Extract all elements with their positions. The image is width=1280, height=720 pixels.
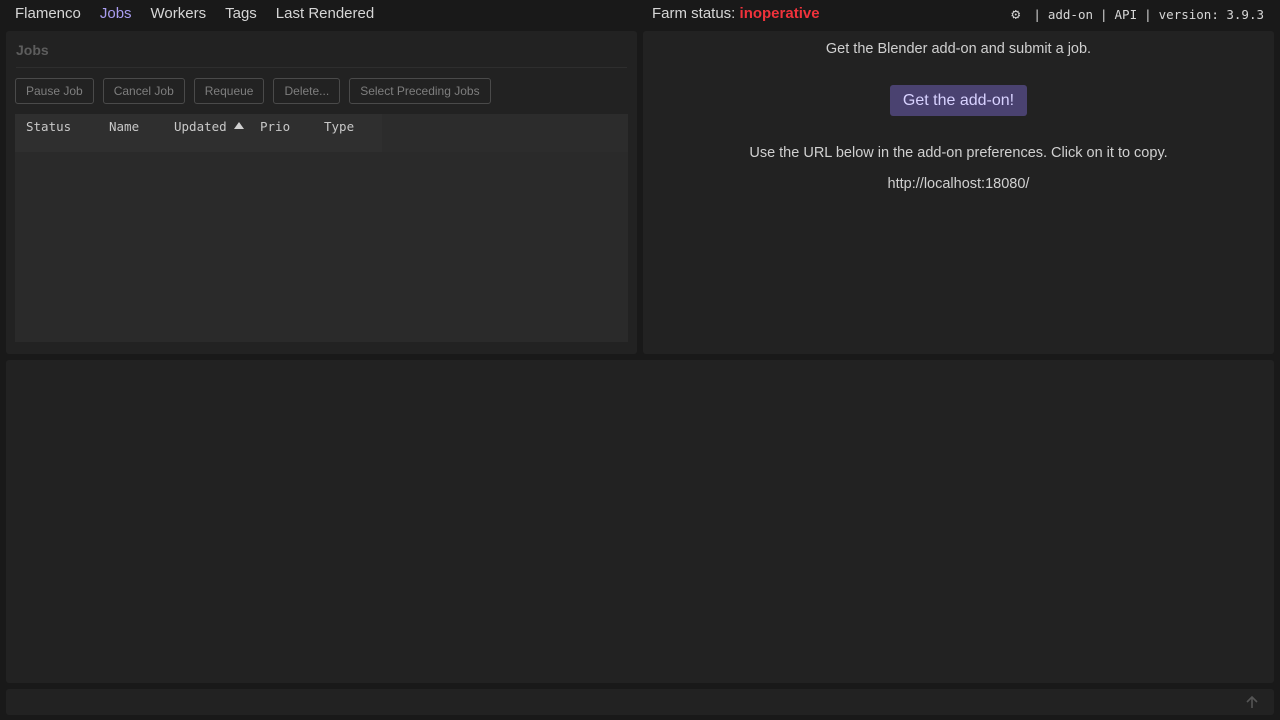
- nav-item-tags[interactable]: Tags: [225, 5, 257, 22]
- separator: |: [1033, 6, 1041, 22]
- select-preceding-jobs-button[interactable]: Select Preceding Jobs: [349, 78, 491, 104]
- brand-link[interactable]: Flamenco: [15, 5, 81, 22]
- jobs-panel: Jobs Pause Job Cancel Job Requeue Delete…: [6, 31, 637, 354]
- nav-item-jobs[interactable]: Jobs: [100, 5, 132, 22]
- separator: |: [1100, 6, 1108, 22]
- farm-status-value: inoperative: [739, 5, 820, 22]
- column-status[interactable]: Status: [26, 119, 71, 134]
- cancel-job-button[interactable]: Cancel Job: [102, 78, 185, 104]
- delete-button[interactable]: Delete...: [273, 78, 341, 104]
- column-prio[interactable]: Prio: [260, 119, 290, 134]
- farm-status-label: Farm status:: [652, 5, 736, 22]
- version-label: version: 3.9.3: [1158, 6, 1264, 22]
- sort-ascending-icon: [234, 122, 244, 129]
- table-header-filler: [382, 114, 628, 152]
- addon-url-hint: Use the URL below in the add-on preferen…: [749, 145, 1168, 161]
- addon-panel: Get the Blender add-on and submit a job.…: [643, 31, 1274, 354]
- top-bar: Flamenco Jobs Workers Tags Last Rendered…: [0, 0, 1280, 26]
- column-name[interactable]: Name: [109, 119, 139, 134]
- jobs-title: Jobs: [16, 42, 49, 58]
- manager-url[interactable]: http://localhost:18080/: [888, 176, 1030, 192]
- jobs-table: Status Name Updated Prio Type: [15, 114, 628, 342]
- requeue-button[interactable]: Requeue: [193, 78, 265, 104]
- top-links: ⚙ | add-on | API | version: 3.9.3: [1011, 5, 1264, 23]
- column-type[interactable]: Type: [324, 119, 354, 134]
- farm-status: Farm status: inoperative: [652, 5, 820, 22]
- get-addon-button[interactable]: Get the add-on!: [890, 85, 1027, 116]
- pause-job-button[interactable]: Pause Job: [15, 78, 94, 104]
- nav-item-workers[interactable]: Workers: [151, 5, 207, 22]
- footer-bar: [6, 689, 1274, 715]
- job-actions: Pause Job Cancel Job Requeue Delete... S…: [15, 78, 500, 104]
- divider: [16, 67, 627, 68]
- api-link[interactable]: API: [1115, 7, 1138, 22]
- job-details-panel: [6, 360, 1274, 683]
- addon-link[interactable]: add-on: [1048, 7, 1093, 22]
- main-nav: Flamenco Jobs Workers Tags Last Rendered: [15, 5, 393, 22]
- column-updated[interactable]: Updated: [174, 119, 227, 134]
- separator: |: [1144, 6, 1152, 22]
- nav-item-last-rendered[interactable]: Last Rendered: [276, 5, 374, 22]
- gear-icon[interactable]: ⚙: [1011, 5, 1020, 23]
- table-header: Status Name Updated Prio Type: [15, 114, 382, 152]
- addon-intro: Get the Blender add-on and submit a job.: [825, 41, 1092, 57]
- arrow-up-icon[interactable]: [1244, 694, 1260, 710]
